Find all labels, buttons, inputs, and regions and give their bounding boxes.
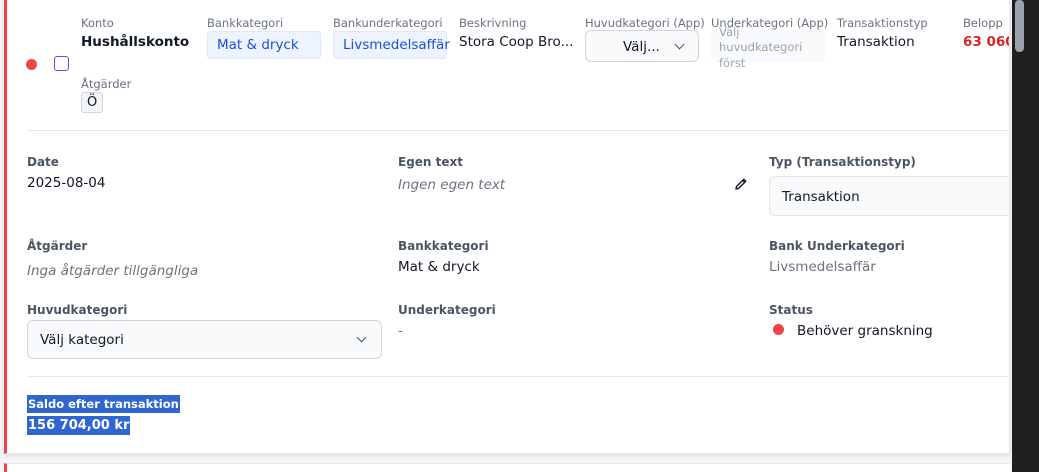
date-label: Date [27, 155, 59, 169]
huvudkategori-select[interactable]: Välj kategori [27, 320, 382, 359]
status-dot-icon [773, 324, 784, 335]
scrollbar-thumb[interactable] [1015, 0, 1024, 52]
huvudkategori-select-value: Välj kategori [40, 332, 124, 348]
bankunderkategori-label: Bankunderkategori [333, 16, 443, 30]
atgarder-detail-label: Åtgärder [27, 239, 88, 253]
egen-text-value: Ingen egen text [398, 177, 506, 193]
scrollbar-track[interactable] [1012, 0, 1039, 472]
bank-underkategori-label: Bank Underkategori [769, 239, 905, 253]
atgarder-detail-value: Inga åtgärder tillgängliga [27, 263, 199, 279]
underkategori-app-hint-1: Välj [719, 25, 740, 39]
konto-value: Hushållskonto [81, 34, 190, 50]
bankunderkategori-chip: Livsmedelsaffär [333, 31, 450, 59]
row-select-checkbox[interactable] [54, 56, 69, 71]
status-value: Behöver granskning [797, 323, 933, 339]
saldo-label: Saldo efter transaktion [27, 395, 180, 413]
atgarder-label: Åtgärder [81, 77, 132, 91]
beskrivning-value: Stora Coop Bro... [459, 34, 574, 50]
underkategori-app-hint-2: huvudkategori [719, 40, 803, 54]
huvudkategori-app-select-value: Välj... [623, 39, 660, 55]
bankkategori-label: Bankkategori [207, 16, 284, 30]
bankkategori-chip: Mat & dryck [207, 31, 321, 59]
konto-label: Konto [81, 16, 114, 30]
belopp-label: Belopp [963, 16, 1003, 30]
beskrivning-label: Beskrivning [459, 16, 527, 30]
transaktionstyp-label: Transaktionstyp [837, 16, 928, 30]
divider [27, 130, 1009, 131]
huvudkategori-app-label: Huvudkategori (App) [585, 16, 705, 30]
typ-field[interactable]: Transaktion [769, 176, 1009, 216]
status-label: Status [769, 303, 813, 317]
underkategori-value: - [398, 323, 403, 339]
typ-label: Typ (Transaktionstyp) [769, 155, 916, 169]
next-transaction-card[interactable] [4, 463, 1010, 472]
bank-underkategori-value: Livsmedelsaffär [769, 259, 876, 275]
date-value: 2025-08-04 [27, 175, 106, 191]
bankkategori-detail-label: Bankkategori [398, 239, 489, 253]
status-dot-icon [26, 59, 37, 70]
underkategori-label: Underkategori [398, 303, 496, 317]
transaction-card: Konto Hushållskonto Bankkategori Mat & d… [4, 0, 1010, 454]
underkategori-app-select[interactable]: Välj huvudkategori först [711, 25, 825, 70]
typ-value: Transaktion [782, 189, 860, 205]
huvudkategori-label: Huvudkategori [27, 303, 128, 317]
atgarder-button[interactable]: Ö [81, 92, 104, 113]
chevron-down-icon [674, 39, 685, 50]
belopp-value: 63 060,0 [963, 34, 1009, 50]
bankkategori-detail-value: Mat & dryck [398, 259, 480, 275]
saldo-value: 156 704,00 kr [27, 416, 131, 435]
transaktionstyp-value: Transaktion [837, 34, 915, 50]
huvudkategori-app-select[interactable]: Välj... [585, 30, 699, 62]
underkategori-app-hint-3: först [719, 56, 746, 70]
egen-text-label: Egen text [398, 155, 463, 169]
chevron-down-icon [356, 332, 367, 343]
divider [27, 376, 1009, 377]
transaction-page: Konto Hushållskonto Bankkategori Mat & d… [0, 0, 1039, 472]
pencil-icon[interactable] [733, 176, 749, 192]
